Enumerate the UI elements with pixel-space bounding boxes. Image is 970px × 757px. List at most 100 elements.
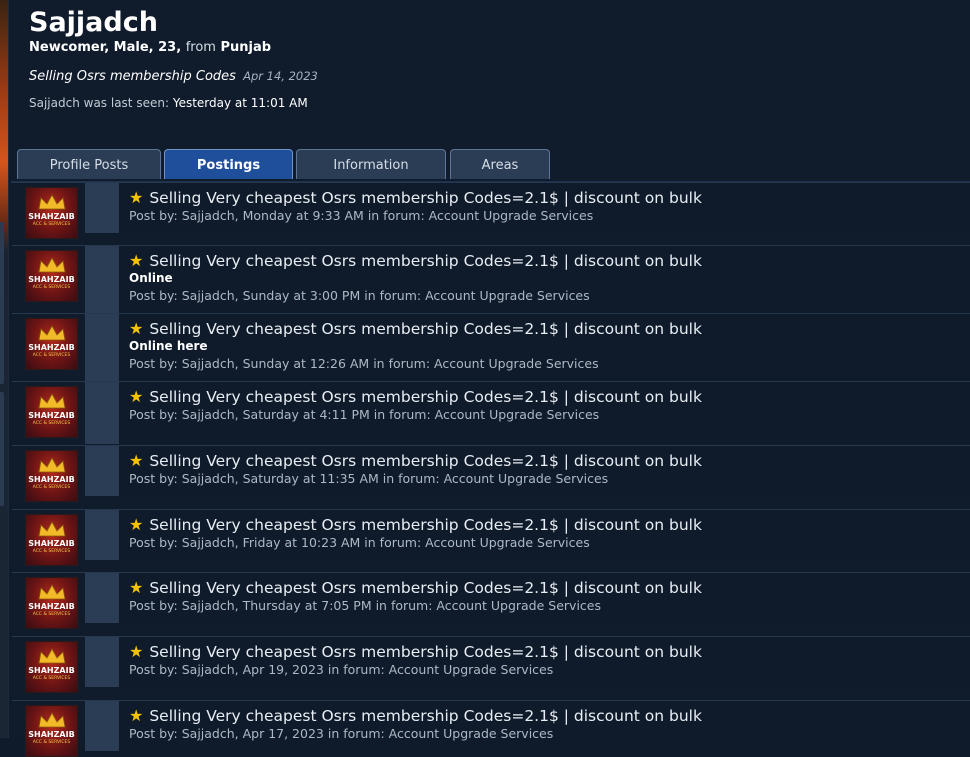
avatar-cell: SHAHZAIB ACC & SERVICES — [12, 183, 78, 239]
post-meta: Post by: Sajjadch, Saturday at 11:35 AM … — [129, 471, 609, 486]
tab-areas[interactable]: Areas — [450, 149, 550, 179]
post-title-text[interactable]: Selling Very cheapest Osrs membership Co… — [149, 516, 702, 534]
avatar[interactable]: SHAHZAIB ACC & SERVICES — [25, 514, 78, 566]
edge-tab — [0, 222, 4, 384]
post-meta: Post by: Sajjadch, Sunday at 12:26 AM in… — [129, 356, 599, 371]
crown-icon — [38, 194, 66, 210]
star-icon: ★ — [129, 251, 144, 270]
post-snippet: Online here — [129, 339, 208, 353]
avatar[interactable]: SHAHZAIB ACC & SERVICES — [25, 187, 78, 239]
tab-information[interactable]: Information — [296, 149, 446, 179]
post-meta: Post by: Sajjadch, Saturday at 4:11 PM i… — [129, 407, 600, 422]
post-title[interactable]: ★ Selling Very cheapest Osrs membership C… — [129, 387, 970, 407]
post-body: ★ Selling Very cheapest Osrs membership C… — [119, 510, 970, 560]
avatar-subtitle: ACC & SERVICES — [32, 285, 71, 290]
crown-icon — [38, 584, 66, 600]
edge-tab — [0, 392, 4, 506]
list-item: SHAHZAIB ACC & SERVICES ★ Selling Very ch… — [12, 636, 970, 693]
crown-icon — [38, 257, 66, 273]
post-title-text[interactable]: Selling Very cheapest Osrs membership Co… — [149, 452, 702, 470]
avatar[interactable]: SHAHZAIB ACC & SERVICES — [25, 641, 78, 693]
profile-username: Sajjadch — [29, 7, 158, 38]
avatar-cell: SHAHZAIB ACC & SERVICES — [12, 314, 78, 381]
post-title[interactable]: ★ Selling Very cheapest Osrs membership C… — [129, 706, 970, 726]
post-title[interactable]: ★ Selling Very cheapest Osrs membership C… — [129, 189, 970, 208]
avatar-brand: SHAHZAIB — [28, 343, 75, 352]
post-title-text[interactable]: Selling Very cheapest Osrs membership Co… — [149, 388, 702, 406]
status-message: Selling Osrs membership Codes Apr 14, 20… — [29, 67, 318, 86]
post-title[interactable]: ★ Selling Very cheapest Osrs membership C… — [129, 319, 970, 339]
avatar[interactable]: SHAHZAIB ACC & SERVICES — [25, 450, 78, 502]
avatar[interactable]: SHAHZAIB ACC & SERVICES — [25, 318, 78, 370]
post-body: ★ Selling Very cheapest Osrs membership C… — [119, 573, 970, 623]
avatar-brand: SHAHZAIB — [28, 212, 75, 221]
avatar-brand: SHAHZAIB — [28, 539, 75, 548]
post-title[interactable]: ★ Selling Very cheapest Osrs membership C… — [129, 452, 970, 471]
avatar-brand: SHAHZAIB — [28, 475, 75, 484]
star-icon: ★ — [129, 387, 144, 406]
post-meta: Post by: Sajjadch, Sunday at 3:00 PM in … — [129, 288, 590, 303]
post-title-text[interactable]: Selling Very cheapest Osrs membership Co… — [149, 579, 702, 597]
avatar[interactable]: SHAHZAIB ACC & SERVICES — [25, 577, 78, 629]
crown-icon — [38, 325, 66, 341]
post-title-text[interactable]: Selling Very cheapest Osrs membership Co… — [149, 707, 702, 725]
read-status-cell — [85, 446, 119, 496]
post-meta: Post by: Sajjadch, Apr 19, 2023 in forum… — [129, 662, 554, 677]
list-item: SHAHZAIB ACC & SERVICES ★ Selling Very ch… — [12, 182, 970, 239]
tab-profile-posts[interactable]: Profile Posts — [17, 149, 161, 179]
user-location-link[interactable]: Punjab — [220, 40, 271, 55]
status-text: Selling Osrs membership Codes — [29, 69, 236, 84]
avatar[interactable]: SHAHZAIB ACC & SERVICES — [25, 250, 78, 302]
post-title[interactable]: ★ Selling Very cheapest Osrs membership C… — [129, 579, 970, 598]
read-status-cell — [85, 573, 119, 623]
avatar-cell: SHAHZAIB ACC & SERVICES — [12, 382, 78, 444]
avatar[interactable]: SHAHZAIB ACC & SERVICES — [25, 705, 78, 757]
avatar-subtitle: ACC & SERVICES — [32, 353, 71, 358]
profile-header: Sajjadch Newcomer, Male, 23, from Punjab… — [29, 6, 318, 111]
post-title-text[interactable]: Selling Very cheapest Osrs membership Co… — [149, 643, 702, 661]
read-status-cell — [85, 701, 119, 751]
avatar-subtitle: ACC & SERVICES — [32, 549, 71, 554]
post-meta: Post by: Sajjadch, Thursday at 7:05 PM i… — [129, 598, 601, 613]
post-meta: Post by: Sajjadch, Monday at 9:33 AM in … — [129, 208, 594, 223]
tab-postings[interactable]: Postings — [164, 149, 293, 179]
page-edge-decoration — [0, 0, 8, 738]
user-meta-details: Newcomer, Male, 23, — [29, 40, 182, 55]
avatar-subtitle: ACC & SERVICES — [32, 740, 71, 745]
post-body: ★ Selling Very cheapest Osrs membership C… — [119, 637, 970, 687]
crown-icon — [38, 521, 66, 537]
post-body: ★ Selling Very cheapest Osrs membership C… — [119, 314, 970, 381]
avatar-subtitle: ACC & SERVICES — [32, 612, 71, 617]
status-date[interactable]: Apr 14, 2023 — [243, 69, 318, 83]
post-body: ★ Selling Very cheapest Osrs membership C… — [119, 701, 970, 751]
read-status-cell — [85, 637, 119, 687]
post-title[interactable]: ★ Selling Very cheapest Osrs membership C… — [129, 643, 970, 662]
crown-icon — [38, 648, 66, 664]
post-title[interactable]: ★ Selling Very cheapest Osrs membership C… — [129, 515, 970, 535]
star-icon: ★ — [129, 706, 144, 725]
avatar-subtitle: ACC & SERVICES — [32, 676, 71, 681]
read-status-cell — [85, 510, 119, 560]
star-icon: ★ — [129, 319, 144, 338]
post-title-text[interactable]: Selling Very cheapest Osrs membership Co… — [149, 320, 702, 338]
user-meta: Newcomer, Male, 23, from Punjab — [29, 40, 318, 56]
crown-icon — [38, 393, 66, 409]
post-snippet: Online — [129, 271, 173, 285]
avatar-subtitle: ACC & SERVICES — [32, 421, 71, 426]
post-title-text[interactable]: Selling Very cheapest Osrs membership Co… — [149, 252, 702, 270]
star-icon: ★ — [129, 515, 144, 534]
list-item: SHAHZAIB ACC & SERVICES ★ Selling Very ch… — [12, 381, 970, 444]
post-title-text[interactable]: Selling Very cheapest Osrs membership Co… — [149, 189, 702, 207]
avatar-cell: SHAHZAIB ACC & SERVICES — [12, 637, 78, 693]
post-title[interactable]: ★ Selling Very cheapest Osrs membership C… — [129, 251, 970, 271]
avatar-cell: SHAHZAIB ACC & SERVICES — [12, 246, 78, 313]
last-seen: Sajjadch was last seen: Yesterday at 11:… — [29, 95, 318, 111]
crown-icon — [38, 712, 66, 728]
last-seen-time: Yesterday at 11:01 AM — [172, 96, 308, 110]
read-status-cell — [85, 314, 119, 381]
avatar-cell: SHAHZAIB ACC & SERVICES — [12, 446, 78, 502]
list-item: SHAHZAIB ACC & SERVICES ★ Selling Very ch… — [12, 700, 970, 757]
avatar-subtitle: ACC & SERVICES — [32, 222, 71, 227]
avatar[interactable]: SHAHZAIB ACC & SERVICES — [25, 386, 78, 438]
list-item: SHAHZAIB ACC & SERVICES ★ Selling Very ch… — [12, 313, 970, 381]
